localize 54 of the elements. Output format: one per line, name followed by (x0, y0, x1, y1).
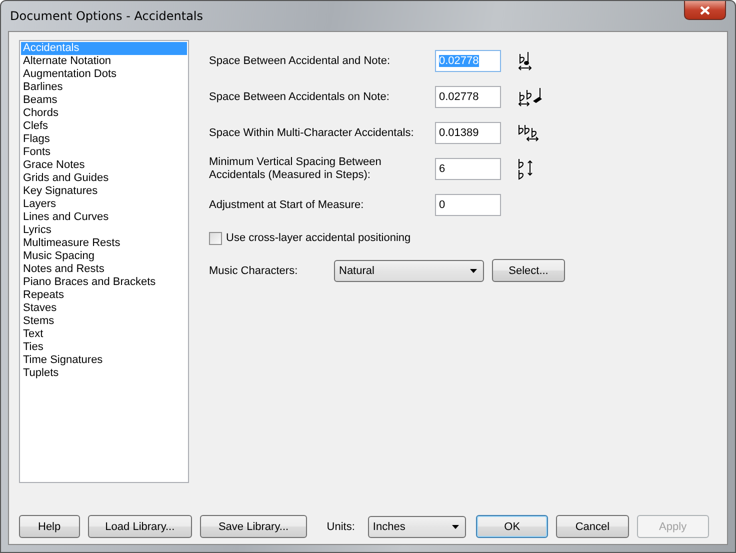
caret-icon (470, 268, 477, 272)
window-title: Document Options - Accidentals (10, 9, 204, 23)
music-characters-dropdown[interactable]: Natural (334, 260, 484, 282)
close-button[interactable] (684, 1, 726, 20)
footer-button[interactable]: Help (19, 515, 80, 538)
dialog-button[interactable]: Cancel (556, 515, 629, 538)
category-item[interactable]: Chords (21, 107, 187, 120)
flat-spacing-icon (518, 51, 534, 71)
checkbox-label: Use cross-layer accidental positioning (226, 232, 411, 244)
flats-spacing-icon (518, 87, 544, 107)
footer-button[interactable]: Save Library... (200, 515, 307, 538)
field-label: Minimum Vertical Spacing Between Accidentals (Measured in Steps): (209, 156, 382, 182)
category-item[interactable]: Tuplets (21, 367, 187, 380)
category-item[interactable]: Piano Braces and Brackets (21, 276, 187, 289)
category-item[interactable]: Multimeasure Rests (21, 237, 187, 250)
category-item[interactable]: Lines and Curves (21, 211, 187, 224)
category-item[interactable]: Lyrics (21, 224, 187, 237)
field-label: Adjustment at Start of Measure: (209, 198, 365, 212)
caret-icon (452, 524, 459, 528)
category-item[interactable]: Notes and Rests (21, 263, 187, 276)
category-item[interactable]: Stems (21, 315, 187, 328)
category-item[interactable]: Augmentation Dots (21, 68, 187, 81)
checkbox[interactable] (209, 232, 222, 244)
category-item[interactable]: Repeats (21, 289, 187, 302)
input-field[interactable]: 0.02778 (435, 86, 501, 108)
field-label: Space Within Multi-Character Accidentals: (209, 126, 415, 140)
category-item[interactable]: Music Spacing (21, 250, 187, 263)
category-item[interactable]: Beams (21, 94, 187, 107)
input-field[interactable]: 0.01389 (435, 122, 501, 144)
input-field[interactable]: 0 (435, 194, 501, 216)
category-item[interactable]: Flags (21, 133, 187, 146)
category-item[interactable]: Alternate Notation (21, 55, 187, 68)
units-label: Units: (326, 520, 355, 532)
close-icon (700, 6, 710, 14)
select-button[interactable]: Select... (492, 259, 565, 282)
input-field[interactable]: 6 (435, 158, 501, 180)
field-label: Space Between Accidental and Note: (209, 54, 392, 68)
dialog-button[interactable]: OK (476, 515, 548, 538)
category-item[interactable]: Staves (21, 302, 187, 315)
footer-button[interactable]: Load Library... (88, 515, 192, 538)
field-label: Music Characters: (209, 264, 299, 276)
category-item[interactable]: Grids and Guides (21, 172, 187, 185)
units-dropdown[interactable]: Inches (368, 516, 466, 538)
category-item[interactable]: Text (21, 328, 187, 341)
category-item[interactable]: Time Signatures (21, 354, 187, 367)
category-item[interactable]: Fonts (21, 146, 187, 159)
category-item[interactable]: Key Signatures (21, 185, 187, 198)
category-item[interactable]: Ties (21, 341, 187, 354)
category-item[interactable]: Clefs (21, 120, 187, 133)
category-item[interactable]: Layers (21, 198, 187, 211)
category-item[interactable]: Grace Notes (21, 159, 187, 172)
flats-spacing-icon (518, 123, 540, 143)
category-item[interactable]: Barlines (21, 81, 187, 94)
field-label: Space Between Accidentals on Note: (209, 90, 390, 104)
